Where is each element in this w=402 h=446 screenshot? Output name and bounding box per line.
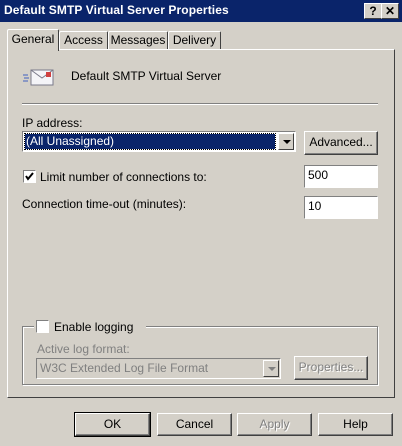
title-bar[interactable]: Default SMTP Virtual Server Properties ?… — [0, 0, 402, 22]
tab-messages[interactable]: Messages — [108, 31, 168, 49]
advanced-button-label: Advanced... — [309, 135, 373, 149]
enable-logging-label: Enable logging — [54, 320, 134, 334]
close-icon: ✕ — [384, 4, 396, 18]
tab-access-label: Access — [64, 33, 103, 47]
limit-connections-label: Limit number of connections to: — [40, 170, 207, 184]
tab-delivery[interactable]: Delivery — [168, 31, 221, 49]
apply-button[interactable]: Apply — [237, 413, 312, 436]
separator — [22, 103, 378, 105]
logging-group-header: Enable logging — [34, 319, 146, 335]
timeout-value: 10 — [308, 199, 322, 213]
cancel-button-label: Cancel — [175, 417, 214, 431]
help-title-button[interactable]: ? — [364, 3, 382, 19]
timeout-label: Connection time-out (minutes): — [22, 197, 187, 211]
log-properties-button-label: Properties... — [298, 360, 364, 374]
apply-button-label: Apply — [259, 417, 290, 431]
connections-limit-input[interactable]: 500 — [304, 165, 378, 188]
log-format-label: Active log format: — [37, 342, 130, 356]
smtp-server-icon — [22, 66, 56, 88]
help-button-label: Help — [343, 417, 368, 431]
ip-address-select[interactable]: (All Unassigned) — [22, 131, 296, 152]
help-button[interactable]: Help — [318, 413, 393, 436]
close-title-button[interactable]: ✕ — [381, 3, 399, 19]
enable-logging-checkbox[interactable] — [36, 320, 49, 333]
log-format-select[interactable]: W3C Extended Log File Format — [36, 358, 281, 379]
log-format-value: W3C Extended Log File Format — [40, 361, 209, 375]
chevron-down-icon[interactable] — [263, 360, 279, 377]
checkmark-icon — [25, 172, 34, 181]
ok-button-label: OK — [103, 417, 122, 431]
tab-general-label: General — [11, 32, 55, 46]
server-name: Default SMTP Virtual Server — [71, 69, 222, 83]
cancel-button[interactable]: Cancel — [157, 413, 232, 436]
ok-button[interactable]: OK — [74, 412, 151, 437]
advanced-button[interactable]: Advanced... — [304, 131, 378, 155]
ip-address-label: IP address: — [22, 116, 83, 130]
ip-address-value: (All Unassigned) — [24, 133, 276, 150]
connections-limit-value: 500 — [308, 168, 329, 182]
tab-delivery-label: Delivery — [172, 33, 217, 47]
help-icon: ? — [369, 4, 377, 18]
limit-connections-checkbox[interactable] — [23, 170, 36, 183]
tab-access[interactable]: Access — [59, 31, 108, 49]
tab-messages-label: Messages — [110, 33, 166, 47]
log-properties-button[interactable]: Properties... — [294, 356, 368, 380]
chevron-down-icon[interactable] — [278, 133, 294, 150]
window-title: Default SMTP Virtual Server Properties — [4, 3, 229, 17]
tab-general[interactable]: General — [7, 29, 59, 51]
timeout-input[interactable]: 10 — [304, 196, 378, 219]
